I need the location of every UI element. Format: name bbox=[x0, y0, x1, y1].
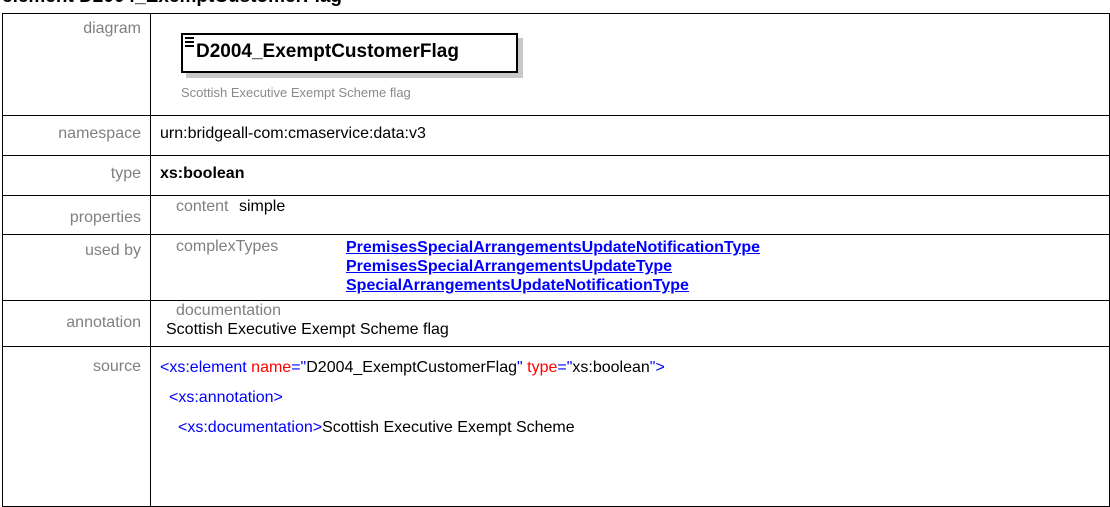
namespace-row: namespace urn:bridgeall-com:cmaservice:d… bbox=[2, 115, 1110, 156]
xml-tag: <xs:documentation> bbox=[178, 419, 323, 436]
used-by-link[interactable]: SpecialArrangementsUpdateNotificationTyp… bbox=[346, 276, 760, 295]
xml-attr-name: name bbox=[251, 359, 292, 376]
source-line: <xs:element name="D2004_ExemptCustomerFl… bbox=[160, 353, 1109, 383]
source-line: <xs:documentation>Scottish Executive Exe… bbox=[160, 413, 1109, 443]
namespace-value: urn:bridgeall-com:cmaservice:data:v3 bbox=[150, 115, 1110, 156]
diagram-row: diagram D2004_ExemptCustomerFlag Scottis… bbox=[2, 13, 1110, 116]
properties-label: properties bbox=[2, 195, 151, 235]
used-by-key: complexTypes bbox=[176, 238, 279, 255]
type-row: type xs:boolean bbox=[2, 155, 1110, 196]
element-diagram-box[interactable]: D2004_ExemptCustomerFlag bbox=[181, 33, 518, 73]
xml-punct: =" bbox=[557, 359, 573, 376]
page-heading: element D2004_ExemptCustomerFlag bbox=[2, 0, 342, 8]
xml-tag: <xs:element bbox=[160, 359, 247, 376]
annotation-value: Scottish Executive Exempt Scheme flag bbox=[166, 321, 449, 338]
annotation-label: annotation bbox=[2, 300, 151, 347]
properties-cell: content simple bbox=[150, 195, 1110, 235]
element-doc-table: diagram D2004_ExemptCustomerFlag Scottis… bbox=[2, 13, 1110, 507]
source-label: source bbox=[2, 346, 151, 507]
source-row: source <xs:element name="D2004_ExemptCus… bbox=[2, 346, 1110, 507]
source-line: <xs:annotation> bbox=[160, 383, 1109, 413]
xml-punct: " bbox=[517, 359, 528, 376]
properties-row: properties content simple bbox=[2, 195, 1110, 235]
used-by-link[interactable]: PremisesSpecialArrangementsUpdateType bbox=[346, 257, 760, 276]
xml-attr-name: type bbox=[527, 359, 558, 376]
used-by-cell: complexTypes PremisesSpecialArrangements… bbox=[150, 234, 1110, 301]
namespace-label: namespace bbox=[2, 115, 151, 156]
diagram-documentation: Scottish Executive Exempt Scheme flag bbox=[181, 85, 411, 100]
used-by-label: used by bbox=[2, 234, 151, 301]
annotation-key: documentation bbox=[176, 302, 281, 319]
xml-punct: > bbox=[655, 359, 665, 376]
xml-punct: =" bbox=[291, 359, 307, 376]
used-by-link[interactable]: PremisesSpecialArrangementsUpdateNotific… bbox=[346, 238, 760, 257]
diagram-label: diagram bbox=[2, 13, 151, 116]
properties-key: content bbox=[176, 198, 229, 215]
properties-value: simple bbox=[239, 198, 286, 215]
xml-text: Scottish Executive Exempt Scheme bbox=[322, 419, 575, 436]
type-label: type bbox=[2, 155, 151, 196]
xml-attr-value: xs:boolean bbox=[572, 359, 650, 376]
used-by-row: used by complexTypes PremisesSpecialArra… bbox=[2, 234, 1110, 301]
diagram-cell: D2004_ExemptCustomerFlag Scottish Execut… bbox=[150, 13, 1110, 116]
source-code: <xs:element name="D2004_ExemptCustomerFl… bbox=[150, 346, 1110, 507]
type-value: xs:boolean bbox=[150, 155, 1110, 196]
annotation-row: annotation documentation Scottish Execut… bbox=[2, 300, 1110, 347]
xml-tag: <xs:annotation> bbox=[169, 389, 283, 406]
element-marker-icon bbox=[185, 37, 194, 49]
used-by-links: PremisesSpecialArrangementsUpdateNotific… bbox=[346, 238, 760, 295]
xml-attr-value: D2004_ExemptCustomerFlag bbox=[306, 359, 517, 376]
diagram-element-name: D2004_ExemptCustomerFlag bbox=[196, 41, 459, 62]
annotation-cell: documentation Scottish Executive Exempt … bbox=[150, 300, 1110, 347]
